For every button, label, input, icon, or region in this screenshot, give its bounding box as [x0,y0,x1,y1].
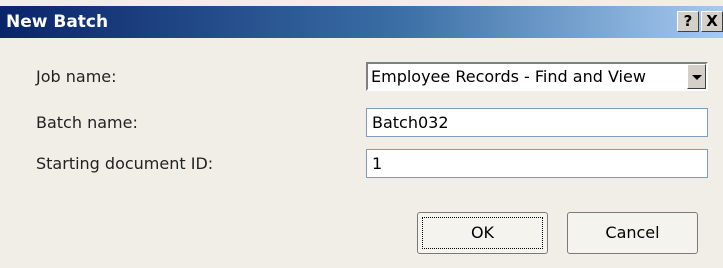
job-name-selected-value: Employee Records - Find and View [371,67,646,86]
help-button[interactable]: ? [677,11,699,32]
starting-document-id-label: Starting document ID: [36,154,214,173]
title-bar: New Batch ? X [0,6,723,38]
starting-document-id-input[interactable]: 1 [366,149,708,178]
help-icon: ? [683,12,693,30]
focus-rectangle [422,217,543,249]
batch-name-label: Batch name: [36,113,138,132]
dialog-title: New Batch [6,12,109,32]
job-name-label: Job name: [36,67,117,86]
cancel-button-label: Cancel [605,223,660,242]
job-name-select[interactable]: Employee Records - Find and View [366,62,708,91]
cancel-button[interactable]: Cancel [567,212,698,254]
close-icon: X [706,12,718,30]
close-button[interactable]: X [701,11,723,32]
ok-button[interactable]: OK [417,212,548,254]
batch-name-input[interactable]: Batch032 [366,108,708,137]
chevron-down-icon[interactable] [687,64,706,89]
new-batch-dialog: New Batch ? X Job name: Employee Records… [0,0,723,268]
